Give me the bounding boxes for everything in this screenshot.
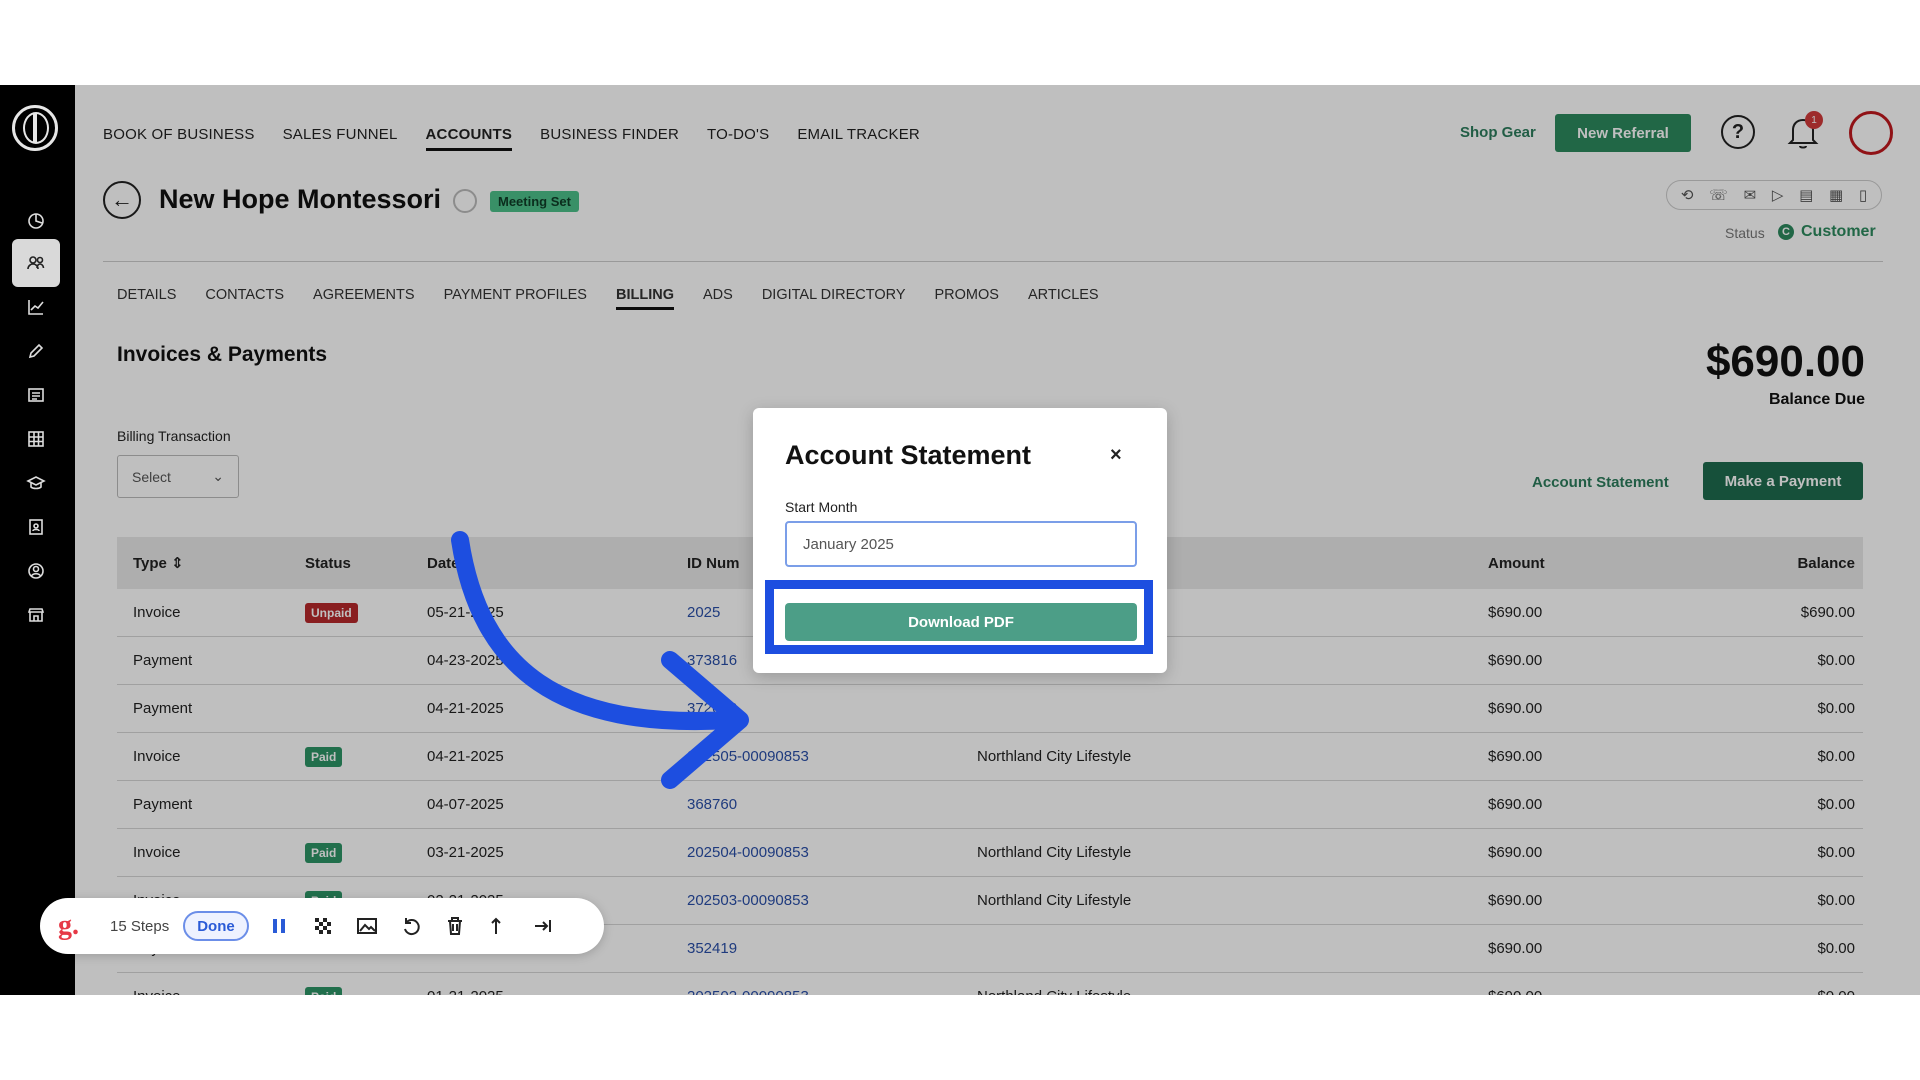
recorder-toolbar: g. 15 Steps Done: [40, 898, 604, 954]
done-button[interactable]: Done: [183, 911, 249, 941]
accounts-icon[interactable]: [12, 239, 60, 287]
blur-icon[interactable]: [309, 912, 337, 940]
pause-icon[interactable]: [265, 912, 293, 940]
undo-icon[interactable]: [397, 912, 425, 940]
download-pdf-button[interactable]: Download PDF: [785, 603, 1137, 641]
trash-icon[interactable]: [441, 912, 469, 940]
store-icon[interactable]: [12, 591, 60, 639]
tutorial-arrow-icon: [451, 531, 749, 789]
image-icon[interactable]: [353, 912, 381, 940]
start-month-input[interactable]: [785, 521, 1137, 567]
edit-icon[interactable]: [12, 327, 60, 375]
grid-icon[interactable]: [12, 415, 60, 463]
contacts-book-icon[interactable]: [12, 503, 60, 551]
recorder-logo: g.: [58, 910, 79, 941]
sidebar: [0, 85, 75, 995]
dashboard-icon[interactable]: [12, 197, 60, 245]
education-icon[interactable]: [12, 459, 60, 507]
skip-to-end-icon[interactable]: [529, 912, 557, 940]
start-month-label: Start Month: [785, 499, 858, 515]
app-frame: BOOK OF BUSINESS SALES FUNNEL ACCOUNTS B…: [0, 85, 1920, 995]
app-logo-icon[interactable]: [12, 105, 58, 151]
arrow-up-icon[interactable]: [485, 912, 513, 940]
modal-title: Account Statement: [785, 440, 1032, 470]
steps-count: 15 Steps: [110, 917, 170, 935]
account-statement-modal: Account Statement × Start Month Download…: [753, 408, 1167, 673]
news-icon[interactable]: [12, 371, 60, 419]
analytics-icon[interactable]: [12, 283, 60, 331]
profile-icon[interactable]: [12, 547, 60, 595]
close-icon[interactable]: ×: [1110, 444, 1122, 467]
